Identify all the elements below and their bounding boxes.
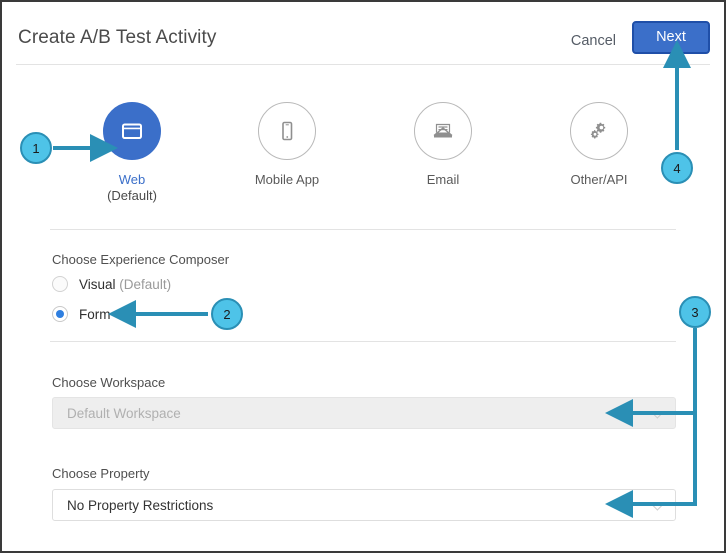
next-button[interactable]: Next [632, 21, 710, 54]
gears-icon [570, 102, 628, 160]
radio-label-visual-text: Visual [79, 276, 116, 292]
header-divider [16, 64, 710, 65]
workspace-dropdown-value: Default Workspace [67, 405, 181, 421]
channel-option-email[interactable]: Email [383, 102, 503, 188]
radio-option-visual[interactable]: Visual (Default) [52, 276, 171, 292]
annotation-callout-4: 4 [661, 152, 693, 184]
annotation-callout-3: 3 [679, 296, 711, 328]
workspace-section-label: Choose Workspace [52, 375, 166, 390]
cancel-button[interactable]: Cancel [565, 29, 622, 53]
radio-mark-visual[interactable] [52, 276, 68, 292]
radio-label-form: Form [79, 306, 111, 322]
radio-label-visual: Visual (Default) [79, 277, 171, 292]
property-dropdown[interactable]: No Property Restrictions [52, 489, 676, 521]
radio-label-visual-suffix: (Default) [119, 276, 172, 292]
ab-test-activity-dialog: Create A/B Test Activity Cancel Next Web… [0, 0, 726, 553]
section-divider-2 [50, 341, 676, 342]
channel-label-other-api: Other/API [570, 172, 628, 187]
channel-sublabel-web: (Default) [107, 188, 157, 203]
channel-label-web: Web [118, 172, 146, 187]
radio-option-form[interactable]: Form [52, 306, 111, 322]
channel-label-mobile: Mobile App [254, 172, 320, 187]
envelope-icon [414, 102, 472, 160]
workspace-dropdown[interactable]: Default Workspace [52, 397, 676, 429]
chevron-down-icon [650, 404, 665, 419]
channel-selector: Web (Default) Mobile App Email Other/API [2, 102, 724, 212]
annotation-callout-2: 2 [211, 298, 243, 330]
dialog-header: Create A/B Test Activity Cancel Next [2, 2, 724, 66]
property-section-label: Choose Property [52, 466, 150, 481]
chevron-down-icon [650, 496, 665, 511]
radio-mark-form[interactable] [52, 306, 68, 322]
annotation-callout-1: 1 [20, 132, 52, 164]
property-dropdown-value: No Property Restrictions [67, 497, 214, 513]
browser-window-icon [103, 102, 161, 160]
composer-section-label: Choose Experience Composer [52, 252, 230, 267]
channel-option-web[interactable]: Web (Default) [72, 102, 192, 204]
page-title: Create A/B Test Activity [18, 27, 217, 48]
channel-label-email: Email [426, 172, 460, 187]
section-divider-1 [50, 229, 676, 230]
channel-option-other-api[interactable]: Other/API [539, 102, 659, 188]
channel-option-mobile[interactable]: Mobile App [227, 102, 347, 188]
mobile-phone-icon [258, 102, 316, 160]
